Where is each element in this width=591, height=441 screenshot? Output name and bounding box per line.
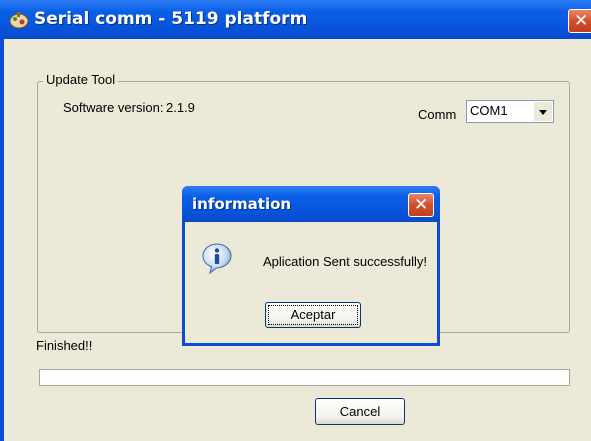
aceptar-button[interactable]: Aceptar — [265, 302, 361, 328]
main-window: Serial comm - 5119 platform ✕ Update Too… — [0, 0, 591, 441]
dialog-message: Aplication Sent successfully! — [263, 254, 428, 269]
groupbox-title: Update Tool — [43, 72, 119, 87]
comm-select[interactable]: COM1 — [466, 100, 554, 123]
title-bar[interactable]: Serial comm - 5119 platform ✕ — [0, 0, 591, 39]
window-close-button[interactable]: ✕ — [568, 9, 591, 33]
close-icon: ✕ — [574, 11, 589, 31]
software-version-label: Software version: — [63, 100, 164, 115]
window-title: Serial comm - 5119 platform — [34, 9, 308, 29]
dialog-title-bar[interactable]: information ✕ — [182, 186, 440, 222]
software-version-value: 2.1.9 — [166, 100, 195, 115]
chevron-down-icon[interactable] — [533, 102, 552, 121]
close-icon: ✕ — [414, 195, 429, 215]
dialog-close-button[interactable]: ✕ — [408, 193, 434, 217]
status-text: Finished!! — [36, 338, 93, 353]
dialog-title: information — [192, 195, 292, 213]
comm-selected-value: COM1 — [470, 103, 508, 118]
cancel-button[interactable]: Cancel — [315, 398, 405, 425]
dialog-body: Aplication Sent successfully! Aceptar — [185, 222, 437, 343]
app-icon — [9, 12, 29, 29]
comm-label: Comm — [418, 107, 457, 122]
information-dialog: information ✕ Aplication Sent successful… — [182, 186, 440, 346]
progress-bar — [39, 369, 570, 386]
info-icon — [202, 243, 232, 274]
